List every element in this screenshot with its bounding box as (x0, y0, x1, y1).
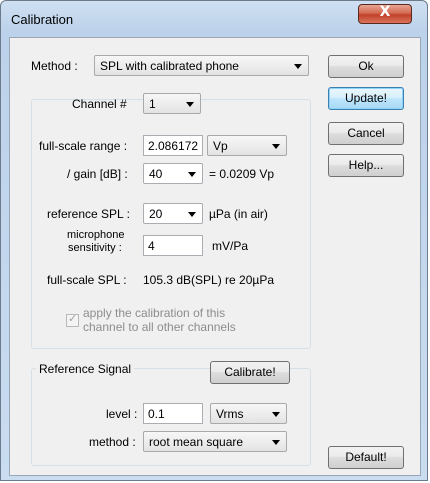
cancel-button[interactable]: Cancel (328, 122, 404, 145)
fullscale-unit-select[interactable]: Vp (207, 135, 287, 156)
apply-all-channels-label-line2: channel to all other channels (83, 320, 236, 334)
channel-select[interactable]: 1 (143, 93, 201, 114)
chevron-down-icon (294, 64, 302, 69)
microphone-label: microphone (67, 229, 125, 241)
fullscale-range-label: full-scale range : (39, 139, 128, 153)
apply-all-channels-label-line1: apply the calibration of this (83, 306, 226, 320)
reference-spl-select[interactable]: 20 (143, 203, 203, 224)
calibration-window: Calibration X Method : SPL with calibrat… (0, 0, 428, 481)
checkmark-icon: ✓ (68, 312, 78, 325)
sensitivity-label: sensitivity : (68, 242, 122, 254)
channel-label: Channel # (72, 97, 127, 111)
fullscale-unit-value: Vp (213, 139, 228, 153)
reference-method-select[interactable]: root mean square (143, 431, 287, 452)
method-select-value: SPL with calibrated phone (100, 59, 239, 73)
window-title: Calibration (11, 12, 74, 27)
method-select[interactable]: SPL with calibrated phone (94, 55, 309, 76)
reference-spl-label: reference SPL : (47, 207, 130, 221)
fullscale-spl-value: 105.3 dB(SPL) re 20µPa (143, 273, 274, 287)
gain-select[interactable]: 40 (143, 163, 203, 184)
channel-select-value: 1 (149, 97, 156, 111)
reference-signal-title: Reference Signal (36, 362, 135, 376)
gain-label: / gain [dB] : (67, 167, 128, 181)
level-unit-select[interactable]: Vrms (210, 403, 287, 424)
reference-method-label: method : (89, 435, 136, 449)
chevron-down-icon (272, 440, 280, 445)
level-label: level : (106, 407, 138, 421)
default-button[interactable]: Default! (328, 446, 404, 469)
fullscale-range-value: 2.086172 (148, 139, 199, 153)
ok-button[interactable]: Ok (328, 55, 404, 78)
fullscale-range-input[interactable]: 2.086172 (143, 135, 203, 156)
microphone-sensitivity-unit: mV/Pa (212, 239, 249, 253)
chevron-down-icon (188, 172, 196, 177)
gain-result: = 0.0209 Vp (209, 167, 275, 181)
apply-all-channels-checkbox[interactable]: ✓ (66, 312, 79, 327)
level-unit-value: Vrms (216, 407, 244, 421)
chevron-down-icon (188, 212, 196, 217)
help-button[interactable]: Help... (328, 154, 404, 177)
dialog-client-area: Method : SPL with calibrated phone Ok Up… (9, 37, 421, 476)
gain-select-value: 40 (149, 167, 163, 181)
fullscale-spl-label: full-scale SPL : (47, 273, 127, 287)
reference-spl-unit: µPa (in air) (209, 207, 268, 221)
microphone-sensitivity-value: 4 (148, 239, 155, 253)
close-icon: X (379, 4, 391, 20)
level-input[interactable]: 0.1 (143, 403, 203, 424)
update-button[interactable]: Update! (328, 87, 404, 110)
chevron-down-icon (272, 144, 280, 149)
chevron-down-icon (272, 412, 280, 417)
title-bar: Calibration X (1, 1, 427, 37)
reference-method-value: root mean square (149, 435, 244, 449)
reference-spl-value: 20 (149, 207, 163, 221)
method-label: Method : (31, 59, 78, 73)
microphone-sensitivity-input[interactable]: 4 (143, 235, 203, 256)
close-button[interactable]: X (358, 4, 412, 24)
chevron-down-icon (186, 102, 194, 107)
level-value: 0.1 (148, 407, 165, 421)
calibrate-button[interactable]: Calibrate! (210, 361, 290, 384)
